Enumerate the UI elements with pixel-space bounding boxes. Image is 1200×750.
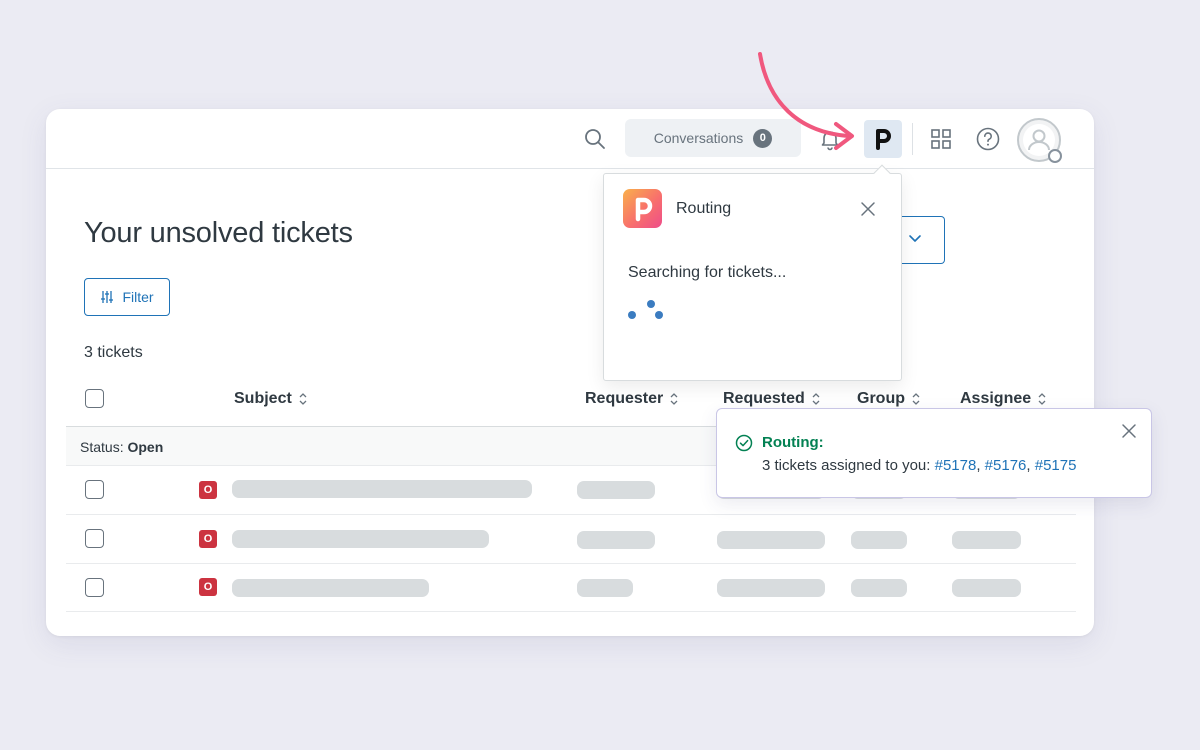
sort-icon bbox=[912, 393, 920, 405]
group-placeholder bbox=[851, 531, 907, 549]
conversations-label: Conversations bbox=[653, 130, 744, 146]
user-avatar[interactable] bbox=[1017, 118, 1062, 163]
status-badge: O bbox=[199, 578, 217, 596]
row-divider bbox=[66, 611, 1076, 612]
sliders-icon bbox=[101, 291, 114, 303]
page-title: Your unsolved tickets bbox=[84, 217, 353, 249]
row-checkbox[interactable] bbox=[85, 578, 104, 597]
filter-label: Filter bbox=[122, 289, 154, 305]
notifications-button[interactable] bbox=[818, 127, 842, 151]
spinner-dot bbox=[647, 300, 655, 308]
status-indicator bbox=[1048, 149, 1062, 163]
search-button[interactable] bbox=[583, 127, 607, 151]
column-header-requester[interactable]: Requester bbox=[585, 390, 679, 408]
routing-app-icon bbox=[876, 129, 891, 150]
help-button[interactable] bbox=[975, 126, 1001, 152]
close-icon bbox=[861, 202, 875, 216]
filter-button[interactable]: Filter bbox=[84, 278, 170, 316]
assignee-placeholder bbox=[952, 579, 1021, 597]
routing-app-button[interactable] bbox=[864, 120, 902, 158]
tickets-count: 3 tickets bbox=[84, 344, 143, 361]
spinner-dot bbox=[655, 311, 663, 319]
sort-icon bbox=[299, 393, 307, 405]
popover-message: Searching for tickets... bbox=[628, 264, 787, 281]
apps-button[interactable] bbox=[929, 127, 953, 151]
row-checkbox[interactable] bbox=[85, 480, 104, 499]
row-checkbox[interactable] bbox=[85, 529, 104, 548]
help-icon bbox=[976, 127, 1000, 151]
status-group-value: Open bbox=[127, 439, 164, 455]
group-placeholder bbox=[851, 579, 907, 597]
spinner-dot bbox=[628, 311, 636, 319]
column-header-group[interactable]: Group bbox=[857, 390, 921, 408]
requested-placeholder bbox=[717, 531, 825, 549]
conversations-button[interactable]: Conversations 0 bbox=[625, 119, 801, 157]
chevron-down-icon bbox=[909, 235, 921, 242]
ticket-link[interactable]: #5175 bbox=[1035, 457, 1077, 474]
subject-placeholder bbox=[232, 530, 489, 548]
requester-placeholder bbox=[577, 579, 633, 597]
subject-placeholder bbox=[232, 579, 429, 597]
popover-close-button[interactable] bbox=[860, 201, 876, 217]
routing-toast: Routing: 3 tickets assigned to you: #517… bbox=[716, 408, 1152, 498]
status-badge: O bbox=[199, 481, 217, 499]
toast-close-button[interactable] bbox=[1121, 423, 1137, 439]
requested-placeholder bbox=[717, 579, 825, 597]
popover-title: Routing bbox=[676, 200, 732, 217]
toast-message: 3 tickets assigned to you: #5178, #5176,… bbox=[762, 457, 1077, 474]
ticket-link[interactable]: #5178 bbox=[935, 457, 977, 474]
row-divider bbox=[66, 563, 1076, 564]
column-header-requested[interactable]: Requested bbox=[723, 390, 821, 408]
requester-placeholder bbox=[577, 481, 655, 499]
sort-icon bbox=[670, 393, 678, 405]
row-divider bbox=[66, 514, 1076, 515]
sort-icon bbox=[1038, 393, 1046, 405]
conversations-count-badge: 0 bbox=[753, 128, 773, 148]
routing-logo-icon bbox=[635, 197, 652, 221]
requester-placeholder bbox=[577, 531, 655, 549]
check-circle-icon bbox=[735, 434, 753, 452]
routing-popover: Routing Searching for tickets... bbox=[603, 164, 902, 381]
column-header-subject[interactable]: Subject bbox=[234, 390, 308, 408]
top-bar: Conversations 0 bbox=[46, 109, 1094, 169]
search-icon bbox=[585, 129, 605, 149]
bell-icon bbox=[821, 131, 839, 151]
close-icon bbox=[1122, 424, 1136, 438]
grid-icon bbox=[931, 129, 951, 149]
column-header-assignee[interactable]: Assignee bbox=[960, 390, 1047, 408]
sort-icon bbox=[812, 393, 820, 405]
main-window: Conversations 0 Your unsolved tickets Fi… bbox=[46, 109, 1094, 636]
routing-logo bbox=[623, 189, 662, 228]
assignee-placeholder bbox=[952, 531, 1021, 549]
select-all-checkbox[interactable] bbox=[85, 389, 104, 408]
toast-title: Routing: bbox=[762, 434, 824, 451]
topbar-divider bbox=[912, 123, 913, 155]
subject-placeholder bbox=[232, 480, 532, 498]
status-badge: O bbox=[199, 530, 217, 548]
ticket-link[interactable]: #5176 bbox=[985, 457, 1027, 474]
